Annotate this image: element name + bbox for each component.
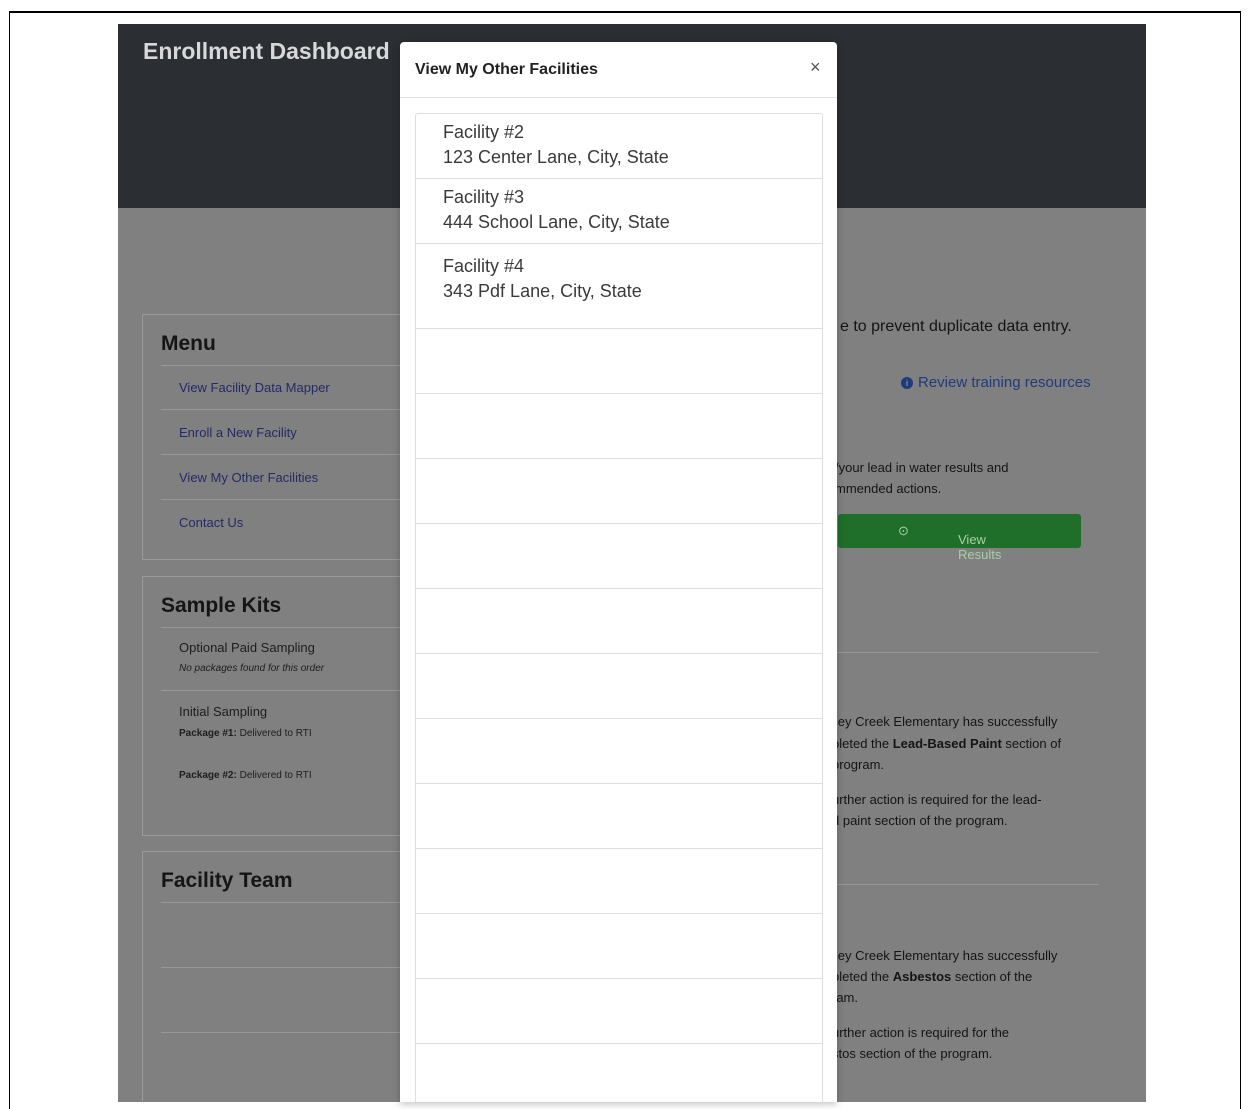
lead-paint-line-3: program. — [832, 757, 885, 772]
results-text-line-2: mmended actions. — [835, 481, 942, 496]
facility-list-item-2[interactable]: Facility #2 123 Center Lane, City, State — [416, 114, 822, 179]
app-title: Enrollment Dashboard — [143, 38, 390, 64]
lead-paint-line-1: lley Creek Elementary has successfully — [832, 714, 1058, 729]
view-facilities-modal: View My Other Facilities × Facility #2 1… — [400, 42, 837, 1102]
facility-name: Facility #4 — [443, 256, 525, 276]
package-1-status-text: Delivered to RTI — [239, 728, 312, 739]
facility-team-panel: Facility Team — [142, 851, 442, 1102]
lead-paint-prefix: pleted the — [832, 736, 893, 751]
divider — [161, 1032, 441, 1033]
empty-list-row — [416, 784, 822, 849]
empty-list-row — [416, 589, 822, 654]
facility-list-item-3[interactable]: Facility #3 444 School Lane, City, State — [416, 179, 822, 244]
asbestos-line-1: lley Creek Elementary has successfully — [832, 948, 1058, 963]
facility-name: Facility #3 — [443, 187, 525, 207]
empty-list-row — [416, 719, 822, 784]
lead-paint-line-2: pleted the Lead-Based Paint section of — [832, 736, 1061, 751]
empty-list-row — [416, 524, 822, 589]
asbestos-bold: Asbestos — [892, 969, 952, 984]
menu-title: Menu — [161, 332, 216, 355]
empty-list-row — [416, 329, 822, 394]
menu-item-label: View My Other Facilities — [179, 470, 319, 485]
empty-list-row — [416, 849, 822, 914]
asbestos-line-5: stos section of the program. — [832, 1046, 993, 1061]
empty-list-row — [416, 394, 822, 459]
empty-list-row — [416, 979, 822, 1044]
menu-item-enroll-new-facility[interactable]: Enroll a New Facility — [161, 411, 401, 455]
facility-team-title: Facility Team — [161, 869, 293, 892]
lead-paint-line-5: d paint section of the program. — [832, 813, 1008, 828]
asbestos-suffix: section of the — [951, 969, 1033, 984]
optional-sampling-title: Optional Paid Sampling — [179, 640, 315, 655]
divider — [161, 627, 441, 628]
view-results-label: ⊙ View Results — [898, 523, 1002, 562]
empty-list-row — [416, 459, 822, 524]
lead-paint-suffix: section of — [1001, 736, 1062, 751]
divider — [837, 884, 1099, 885]
menu-item-contact-us[interactable]: Contact Us — [161, 501, 401, 545]
package-2-label: Package #2: — [179, 770, 237, 781]
divider — [161, 690, 441, 691]
view-results-text: View Results — [958, 532, 1002, 562]
divider — [161, 967, 441, 968]
facility-address: 343 Pdf Lane, City, State — [443, 281, 642, 301]
facility-list-item-4[interactable]: Facility #4 343 Pdf Lane, City, State — [416, 244, 822, 329]
package-2-status-text: Delivered to RTI — [239, 770, 312, 781]
divider — [837, 652, 1099, 653]
optional-sampling-note-text: No packages found for this order — [179, 663, 325, 674]
modal-title: View My Other Facilities — [415, 61, 598, 78]
asbestos-line-4: urther action is required for the — [832, 1025, 1010, 1040]
menu-item-label: Contact Us — [179, 515, 244, 530]
facility-address: 444 School Lane, City, State — [443, 212, 670, 232]
empty-list-row — [416, 1044, 822, 1102]
sample-kits-panel: Sample Kits Optional Paid Sampling No pa… — [142, 576, 442, 836]
divider — [161, 902, 441, 903]
asbestos-prefix: pleted the — [832, 969, 893, 984]
facility-list: Facility #2 123 Center Lane, City, State… — [415, 113, 823, 1102]
asbestos-line-2: pleted the Asbestos section of the — [832, 969, 1032, 984]
menu-panel: Menu View Facility Data Mapper Enroll a … — [142, 314, 442, 560]
menu-item-label: View Facility Data Mapper — [179, 380, 330, 395]
lead-paint-line-4: urther action is required for the lead- — [832, 792, 1042, 807]
facility-name: Facility #2 — [443, 122, 525, 142]
close-icon[interactable]: × — [810, 57, 821, 78]
modal-header: View My Other Facilities × — [400, 42, 837, 98]
sample-kits-title: Sample Kits — [161, 594, 282, 617]
review-training-label: Review training resources — [918, 374, 1091, 391]
optional-sampling-note: No packages found for this order — [179, 663, 324, 674]
menu-item-view-facility-data-mapper[interactable]: View Facility Data Mapper — [161, 366, 401, 410]
lead-paint-bold: Lead-Based Paint — [892, 736, 1002, 751]
view-results-button[interactable]: ⊙ View Results — [838, 514, 1081, 562]
menu-item-label: Enroll a New Facility — [179, 425, 297, 440]
empty-list-row — [416, 654, 822, 719]
info-icon: i — [901, 377, 913, 389]
menu-item-view-my-other-facilities[interactable]: View My Other Facilities — [161, 456, 401, 500]
results-text-line-1: /your lead in water results and — [835, 460, 1009, 475]
duplicate-note: e to prevent duplicate data entry. — [840, 318, 1072, 335]
initial-sampling-title: Initial Sampling — [179, 704, 268, 719]
empty-list-row — [416, 914, 822, 979]
review-training-link[interactable]: i Review training resources — [901, 374, 1091, 391]
package-2-status: Package #2: Delivered to RTI — [179, 770, 312, 781]
package-1-status: Package #1: Delivered to RTI — [179, 728, 312, 739]
package-1-label: Package #1: — [179, 728, 237, 739]
facility-address: 123 Center Lane, City, State — [443, 147, 669, 167]
